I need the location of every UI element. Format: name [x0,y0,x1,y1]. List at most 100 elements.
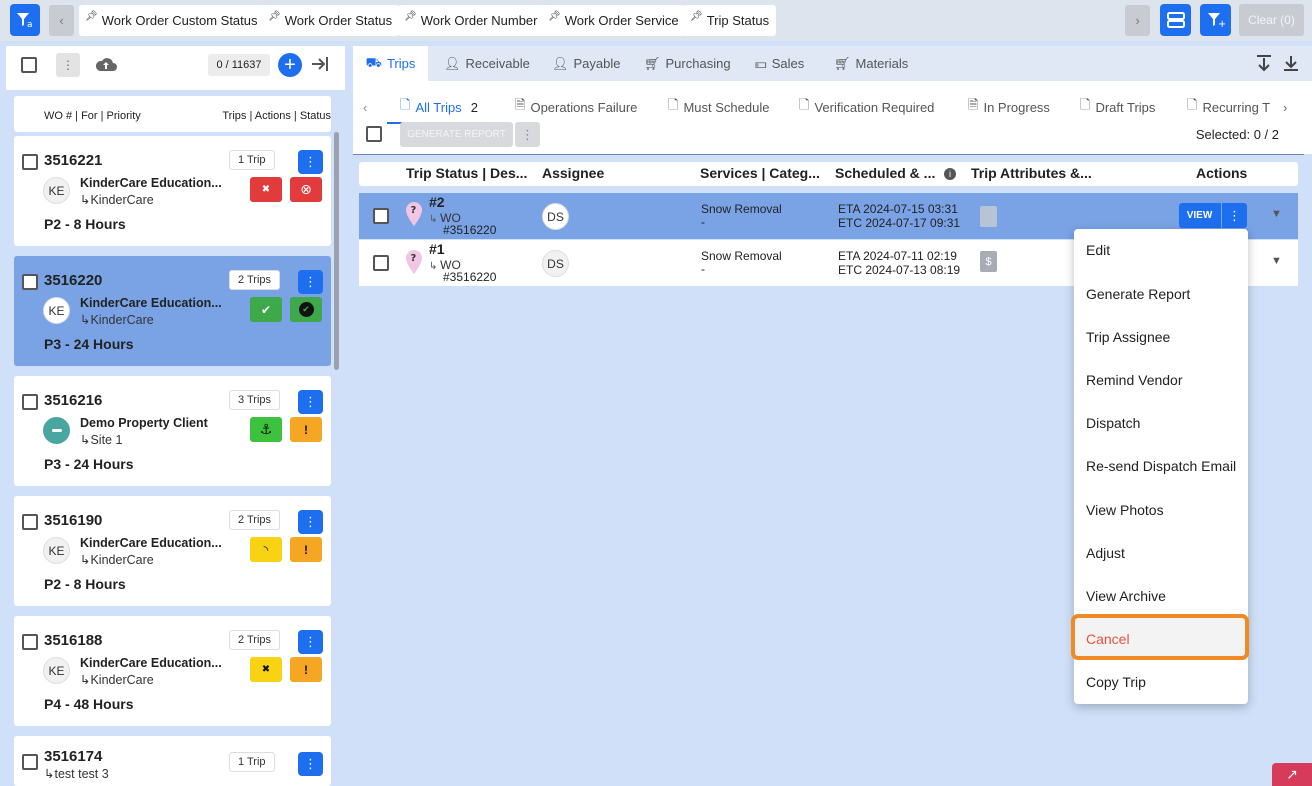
filter-icon[interactable]: a [10,4,40,36]
column-header[interactable]: Trip Status | Des... [406,165,527,181]
trips-badge[interactable]: 2 Trips [229,630,281,650]
select-all-trips-checkbox[interactable] [366,126,382,142]
expand-row-icon[interactable]: ▼ [1271,255,1282,267]
menu-item-copy-trip[interactable]: Copy Trip [1086,674,1146,690]
column-header[interactable]: Services | Categ... [700,165,820,181]
clear-filters-button[interactable]: Clear (0) [1239,4,1304,36]
card-checkbox[interactable] [22,754,38,770]
more-options-icon[interactable]: ⋮ [56,53,80,77]
x-icon[interactable]: ✖ [250,657,282,682]
card-menu-icon[interactable]: ⋮ [298,630,323,654]
menu-item-resend-dispatch-email[interactable]: Re-send Dispatch Email [1086,458,1236,474]
download-icon[interactable] [1282,54,1300,75]
check-icon[interactable]: ✔ [250,297,282,322]
scrollbar[interactable] [334,132,339,370]
work-order-card[interactable]: 3516221 1 Trip ⋮ KE KinderCare Education… [14,136,331,246]
card-checkbox[interactable] [22,274,38,290]
menu-item-remind-vendor[interactable]: Remind Vendor [1086,372,1183,388]
card-checkbox[interactable] [22,154,38,170]
card-menu-icon[interactable]: ⋮ [298,510,323,534]
wo-link[interactable]: #3516220 [443,223,496,237]
card-menu-icon[interactable]: ⋮ [298,390,323,414]
work-order-card[interactable]: 3516216 3 Trips ⋮ Demo Property Client ↳… [14,376,331,486]
client-name: KinderCare Education... [80,656,222,670]
filter-chip[interactable]: 📌︎ Trip Status [684,5,777,36]
card-checkbox[interactable] [22,394,38,410]
card-menu-icon[interactable]: ⋮ [298,270,323,294]
add-filter-icon[interactable]: + [1200,4,1231,36]
tab-payable[interactable]: 👤︎ Payable [552,46,621,81]
menu-item-edit[interactable]: Edit [1086,242,1110,258]
document-icon: 🗎 [515,97,526,112]
subtab-operations-failure[interactable]: 🗎 Operations Failure [515,92,637,122]
menu-item-dispatch[interactable]: Dispatch [1086,415,1140,431]
in-progress-icon[interactable]: ◝ [250,537,282,562]
card-menu-icon[interactable]: ⋮ [298,752,323,776]
trips-badge[interactable]: 1 Trip [229,150,275,170]
tab-materials[interactable]: 🛒︎ Materials [834,46,908,81]
chevron-left-icon[interactable]: ‹ [49,5,74,36]
cloud-upload-icon[interactable] [94,54,118,77]
more-options-icon[interactable]: ⋮ [515,122,540,147]
trips-badge[interactable]: 3 Trips [229,390,281,410]
filter-chip[interactable]: 📌︎ Work Order Service [542,5,686,36]
menu-item-adjust[interactable]: Adjust [1086,545,1125,561]
tab-receivable[interactable]: 👤︎ Receivable [444,46,530,81]
invoice-icon[interactable] [980,206,997,227]
row-checkbox[interactable] [373,255,389,271]
subtab-verification-required[interactable]: 🗋 Verification Required [799,92,934,122]
trip-number[interactable]: #2 [429,194,445,210]
menu-item-generate-report[interactable]: Generate Report [1086,286,1190,302]
subtab-must-schedule[interactable]: 🗋 Must Schedule [668,92,769,122]
menu-item-cancel[interactable]: Cancel [1086,631,1130,647]
tab-sales[interactable]: 💵︎ Sales [755,46,804,81]
trip-number[interactable]: #1 [429,241,445,257]
info-icon[interactable]: i [944,168,956,180]
menu-item-view-archive[interactable]: View Archive [1086,588,1166,604]
work-order-card[interactable]: 3516188 2 Trips ⋮ KE KinderCare Educatio… [14,616,331,726]
column-header[interactable]: Scheduled & ... [835,165,935,181]
x-icon[interactable]: ✖ [250,177,282,202]
generate-report-button[interactable]: GENERATE REPORT [400,122,513,147]
work-order-card[interactable]: 3516174 1 Trip ⋮ ↳test test 3 [14,736,331,786]
work-order-card[interactable]: 3516190 2 Trips ⋮ KE KinderCare Educatio… [14,496,331,606]
chevron-right-icon[interactable]: › [1125,5,1150,36]
assignee-avatar[interactable]: DS [542,250,569,277]
filter-chip[interactable]: 📌︎ Work Order Status [262,5,400,36]
anchor-icon[interactable]: ⚓ [250,417,282,442]
row-menu-icon[interactable]: ⋮ [1221,203,1247,228]
select-all-checkbox[interactable] [21,57,37,73]
view-button[interactable]: VIEW [1179,203,1220,228]
column-header[interactable]: Trip Attributes &... [971,165,1092,181]
tab-purchasing[interactable]: 🛒︎ Purchasing [644,46,731,81]
assignee-avatar[interactable]: DS [542,203,569,230]
add-work-order-button[interactable]: + [278,53,302,77]
menu-item-trip-assignee[interactable]: Trip Assignee [1086,329,1170,345]
layout-toggle-icon[interactable] [1160,4,1191,36]
expand-widget-icon[interactable]: ↗ [1272,763,1312,786]
invoice-icon[interactable]: $ [980,251,997,272]
collapse-sidebar-icon[interactable] [310,54,330,77]
trips-badge[interactable]: 1 Trip [229,752,275,772]
subtab-all-trips[interactable]: 🗋 All Trips 2 [387,92,491,124]
trips-badge[interactable]: 2 Trips [229,510,281,530]
card-checkbox[interactable] [22,634,38,650]
expand-row-icon[interactable]: ▼ [1271,208,1282,220]
row-checkbox[interactable] [373,208,389,224]
chevron-left-icon[interactable]: ‹ [363,92,367,122]
filter-chip[interactable]: 📌︎ Work Order Custom Status [79,5,265,36]
trips-badge[interactable]: 2 Trips [229,270,281,290]
column-header[interactable]: Assignee [542,165,604,181]
filter-chip[interactable]: 📌︎ Work Order Number [398,5,545,36]
work-order-card-selected[interactable]: 3516220 2 Trips ⋮ KE KinderCare Educatio… [14,256,331,366]
subtab-draft-trips[interactable]: 🗋 Draft Trips [1080,92,1155,122]
chevron-right-icon[interactable]: › [1283,92,1287,122]
tab-trips[interactable]: ⛟ Trips [353,46,428,81]
card-checkbox[interactable] [22,514,38,530]
collapse-all-icon[interactable] [1255,54,1273,75]
wo-link[interactable]: #3516220 [443,270,496,284]
subtab-recurring[interactable]: 🗋 Recurring T [1187,92,1272,122]
menu-item-view-photos[interactable]: View Photos [1086,502,1164,518]
subtab-in-progress[interactable]: 🗎 In Progress [968,92,1050,122]
card-menu-icon[interactable]: ⋮ [298,150,323,174]
